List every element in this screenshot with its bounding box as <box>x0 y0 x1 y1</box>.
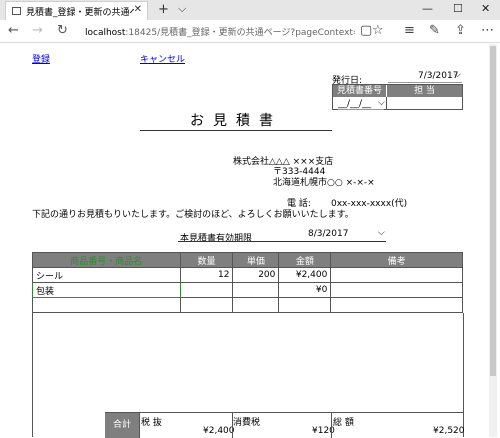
chevron-down-icon: ⌵ <box>378 228 385 238</box>
new-tab-icon[interactable]: + <box>158 2 169 17</box>
chevron-down-icon: ⌵ <box>378 98 385 108</box>
estimate-no-header: 見積書番号 <box>333 85 387 97</box>
col-header-amount: 金額 <box>278 252 332 268</box>
cell-item-name[interactable]: シール <box>32 267 181 283</box>
issue-date-value: 7/3/2017 <box>418 71 459 81</box>
hub-icon[interactable]: ≡ <box>404 23 415 38</box>
favorite-star-icon[interactable]: ☆ <box>372 23 384 38</box>
items-table: 商品番号・商品名 数量 単価 金額 備考 シール 12 200 ¥2,400 包… <box>32 252 463 313</box>
cell-price[interactable] <box>232 282 280 298</box>
totals-row: 合計 税 抜 ¥2,400 消費税 ¥120 総 額 ¥2,520 <box>105 412 465 438</box>
address-bar[interactable]: localhost:18425/見積書_登録・更新の共通ページ?pageCont… <box>85 25 355 38</box>
scrollbar-thumb[interactable] <box>490 46 496 376</box>
close-tab-icon[interactable]: ✕ <box>134 4 142 15</box>
back-icon[interactable]: ← <box>8 23 19 38</box>
reading-view-icon[interactable]: ▢ <box>360 23 372 38</box>
tab-menu-icon[interactable]: ⌵ <box>178 2 186 16</box>
browser-tab[interactable]: 見積書_登録・更新の共通ページ ✕ <box>5 1 148 20</box>
page-title: お見積書 <box>190 113 282 129</box>
cell-amount <box>278 297 332 313</box>
page-icon <box>12 7 21 15</box>
cell-item-name[interactable]: 包装 <box>32 282 181 298</box>
cell-qty[interactable] <box>179 297 234 313</box>
navigation-bar: ← → ↻ localhost:18425/見積書_登録・更新の共通ページ?pa… <box>0 20 500 43</box>
col-header-name: 商品番号・商品名 <box>32 252 181 268</box>
close-window-button[interactable]: ✕ <box>481 2 490 15</box>
more-icon[interactable]: ⋯ <box>481 23 494 38</box>
estimate-no-value: __/__/__ <box>338 99 372 109</box>
tab-title: 見積書_登録・更新の共通ページ <box>26 8 134 18</box>
col-header-qty: 数量 <box>179 252 234 268</box>
validity-date-picker[interactable]: 8/3/2017 ⌵ <box>300 228 386 240</box>
cancel-link[interactable]: キャンセル <box>140 52 185 65</box>
table-row: 包装 ¥0 <box>32 282 463 298</box>
total-label: 合計 <box>105 413 139 438</box>
issue-date-picker[interactable]: 7/3/2017 ⌵ <box>388 70 462 83</box>
chevron-down-icon: ⌵ <box>454 70 461 80</box>
estimate-no-input[interactable]: __/__/__ ⌵ <box>338 98 385 110</box>
table-header-row: 商品番号・商品名 数量 単価 金額 備考 <box>32 252 463 268</box>
cell-divider <box>331 413 332 438</box>
forward-icon[interactable]: → <box>32 23 43 38</box>
validity-date-value: 8/3/2017 <box>308 229 349 239</box>
col-header-note: 備考 <box>330 252 463 268</box>
subtotal-label: 税 抜 <box>141 418 162 428</box>
table-row <box>32 297 463 313</box>
cell-note[interactable] <box>330 297 463 313</box>
tax-label: 消費税 <box>233 418 261 428</box>
cell-price[interactable] <box>232 297 280 313</box>
subtotal-value: ¥2,400 <box>203 426 235 436</box>
estimate-info-box: 見積書番号 担 当 __/__/__ ⌵ <box>332 84 463 110</box>
validity-underline <box>178 241 386 242</box>
cell-note[interactable] <box>330 267 463 283</box>
validity-label: 本見積書有効期限 <box>180 234 253 244</box>
register-link[interactable]: 登録 <box>32 52 50 65</box>
cell-amount: ¥2,400 <box>278 267 332 283</box>
notes-pen-icon[interactable]: ✎ <box>429 23 440 38</box>
company-address: 北海道札幌市○○ ×-×-× <box>273 178 375 188</box>
refresh-icon[interactable]: ↻ <box>57 23 68 38</box>
cell-divider <box>139 413 140 438</box>
url-host: localhost <box>85 28 126 38</box>
title-underline <box>140 130 332 131</box>
table-left-border <box>32 313 33 437</box>
tab-bar: 見積書_登録・更新の共通ページ ✕ + ⌵ — ☐ ✕ <box>0 0 500 20</box>
col-header-price: 単価 <box>232 252 280 268</box>
url-rest: :18425/見積書_登録・更新の共通ページ?pageContext=ABloa… <box>125 28 355 38</box>
intro-text: 下記の通りお見積もりいたします。ご検討のほど、よろしくお願いいたします。 <box>32 210 354 220</box>
minimize-button[interactable]: — <box>422 2 433 15</box>
cell-price[interactable]: 200 <box>232 267 280 283</box>
person-header: 担 当 <box>387 85 462 97</box>
cell-amount: ¥0 <box>278 282 332 298</box>
cell-note[interactable] <box>330 282 463 298</box>
grand-total-label: 総 額 <box>333 418 354 428</box>
table-row: シール 12 200 ¥2,400 <box>32 267 463 283</box>
cell-divider <box>386 97 387 110</box>
share-icon[interactable]: ⇪ <box>455 23 466 38</box>
maximize-button[interactable]: ☐ <box>453 2 463 15</box>
grand-total-value: ¥2,520 <box>433 426 465 436</box>
cell-item-name[interactable] <box>32 297 181 313</box>
cell-qty[interactable]: 12 <box>179 267 234 283</box>
cell-qty[interactable] <box>179 282 234 298</box>
